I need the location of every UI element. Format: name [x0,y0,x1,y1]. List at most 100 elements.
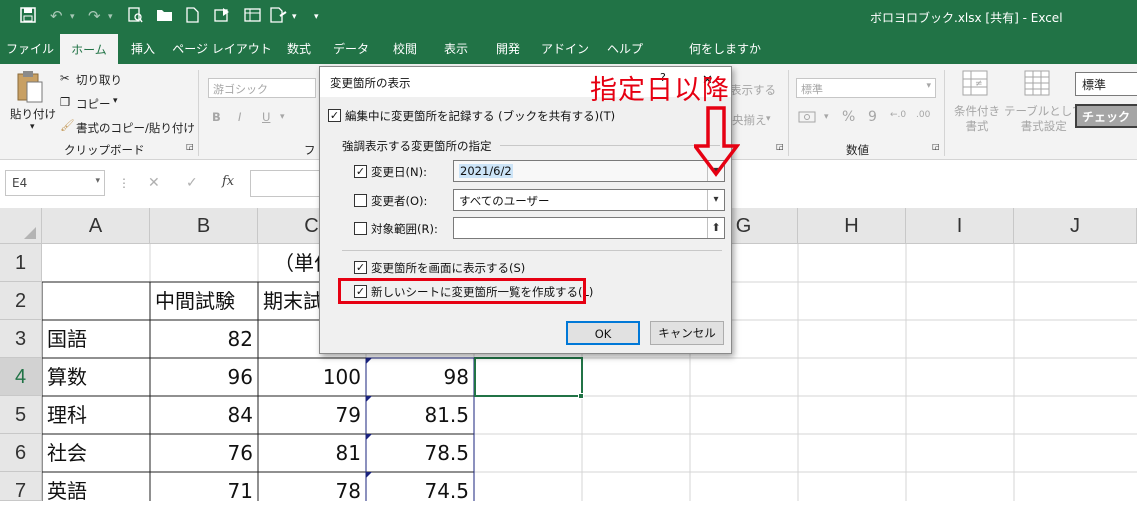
column-header-i[interactable]: I [906,208,1014,244]
when-checkbox[interactable]: ✓ [354,165,367,178]
percent-button[interactable]: % [842,109,855,125]
increase-decimal-button[interactable]: ←.0 [890,110,906,120]
undo-dropdown-icon[interactable]: ▾ [70,12,75,22]
track-changes-label[interactable]: 編集中に変更箇所を記録する (ブックを共有する)(T) [345,108,615,124]
who-label[interactable]: 変更者(O): [371,193,427,209]
paste-button[interactable]: 貼り付け [10,106,56,122]
format-painter-icon[interactable]: 🖌 [60,118,75,132]
when-label[interactable]: 変更日(N): [371,164,427,180]
tab-review[interactable]: 校閲 [380,34,430,64]
cell-b2[interactable]: 中間試験 [150,282,240,320]
save-icon[interactable] [20,7,36,27]
print-preview-icon[interactable] [128,7,143,27]
cell-d7[interactable]: 74.5 [366,472,474,501]
cell-c5[interactable]: 79 [258,396,366,434]
tab-developer[interactable]: 開発 [482,34,534,64]
cell-c6[interactable]: 81 [258,434,366,472]
cancel-entry-icon[interactable]: ✕ [148,175,160,191]
conditional-format-icon[interactable]: ≠ [962,70,988,99]
row-header-5[interactable]: 5 [0,396,42,434]
share-workbook-icon[interactable] [214,7,231,27]
cell-d6[interactable]: 78.5 [366,434,474,472]
font-name-combo[interactable]: 游ゴシック [208,78,316,98]
clipboard-launcher-icon[interactable]: ◲ [186,142,194,151]
column-header-h[interactable]: H [798,208,906,244]
row-header-3[interactable]: 3 [0,320,42,358]
who-dropdown-icon[interactable]: ▾ [707,190,724,210]
tab-home[interactable]: ホーム [60,34,118,64]
underline-button[interactable]: U [262,110,270,124]
column-header-b[interactable]: B [150,208,258,244]
active-cell-e4[interactable] [474,357,583,397]
row-header-2[interactable]: 2 [0,282,42,320]
cell-c4[interactable]: 100 [258,358,366,396]
cell-b5[interactable]: 84 [150,396,258,434]
row-header-6[interactable]: 6 [0,434,42,472]
wrap-text-button[interactable]: 表示する [730,82,776,98]
where-input[interactable]: ⬆ [453,217,725,239]
where-label[interactable]: 対象範囲(R): [371,221,438,237]
cell-a5[interactable]: 理科 [42,396,150,434]
name-box[interactable]: E4 ▾ [5,170,105,196]
insert-function-icon[interactable]: fx [222,174,234,189]
cell-a7[interactable]: 英語 [42,472,150,501]
style-normal[interactable]: 標準 [1075,72,1137,96]
conditional-format-button[interactable]: 条件付き 書式 [954,104,1000,134]
who-combo[interactable]: すべてのユーザー ▾ [453,189,725,211]
paste-icon[interactable] [16,70,44,107]
tab-data[interactable]: データ [322,34,380,64]
bold-button[interactable]: B [212,110,221,124]
tab-addins[interactable]: アドイン [534,34,596,64]
show-onscreen-checkbox[interactable]: ✓ [354,261,367,274]
tab-view[interactable]: 表示 [430,34,482,64]
cut-icon[interactable]: ✂ [60,71,70,85]
merge-dropdown-icon[interactable]: ▾ [766,114,771,124]
format-painter-button[interactable]: 書式のコピー/貼り付け [76,120,195,136]
cell-d4[interactable]: 98 [366,358,474,396]
show-onscreen-label[interactable]: 変更箇所を画面に表示する(S) [371,260,525,276]
alignment-launcher-icon[interactable]: ◲ [776,142,784,151]
number-launcher-icon[interactable]: ◲ [932,142,940,151]
track-changes-icon[interactable] [270,7,288,27]
tab-insert[interactable]: 挿入 [118,34,168,64]
redo-icon[interactable]: ↷ [88,7,101,25]
cell-c2[interactable]: 期末試 [258,282,328,320]
row-header-4[interactable]: 4 [0,358,42,396]
cell-b3[interactable]: 82 [150,320,258,358]
number-format-combo[interactable]: 標準 ▾ [796,78,936,98]
undo-icon[interactable]: ↶ [50,7,63,25]
formula-input[interactable] [250,170,320,197]
tab-file[interactable]: ファイル [0,34,60,64]
copy-dropdown-icon[interactable]: ▾ [113,96,118,106]
format-as-table-icon[interactable] [1024,70,1050,99]
cancel-button[interactable]: キャンセル [650,321,724,345]
ok-button[interactable]: OK [566,321,640,345]
new-file-icon[interactable] [186,7,199,27]
column-header-a[interactable]: A [42,208,150,244]
cell-a3[interactable]: 国語 [42,320,150,358]
underline-dropdown-icon[interactable]: ▾ [280,112,285,122]
tab-help[interactable]: ヘルプ [596,34,654,64]
cut-button[interactable]: 切り取り [76,72,122,88]
style-check-cell[interactable]: チェック [1075,104,1137,128]
format-as-table-button[interactable]: テーブルとして 書式設定 [1004,104,1083,134]
cell-a6[interactable]: 社会 [42,434,150,472]
open-folder-icon[interactable] [156,7,173,26]
copy-icon[interactable]: ❐ [60,95,70,109]
copy-button[interactable]: コピー [76,96,111,112]
track-changes-dropdown-icon[interactable]: ▾ [292,12,297,22]
tell-me-search[interactable]: 何をしますか [680,34,770,64]
tab-formulas[interactable]: 数式 [276,34,322,64]
row-header-7[interactable]: 7 [0,472,42,502]
cell-c7[interactable]: 78 [258,472,366,501]
redo-dropdown-icon[interactable]: ▾ [108,12,113,22]
italic-button[interactable]: I [238,110,241,124]
cell-b4[interactable]: 96 [150,358,258,396]
where-checkbox[interactable] [354,222,367,235]
column-header-j[interactable]: J [1014,208,1137,244]
currency-icon[interactable] [798,110,820,127]
comma-button[interactable]: 9 [868,109,877,125]
cell-b7[interactable]: 71 [150,472,258,501]
cell-a4[interactable]: 算数 [42,358,150,396]
camera-icon[interactable] [244,7,261,27]
